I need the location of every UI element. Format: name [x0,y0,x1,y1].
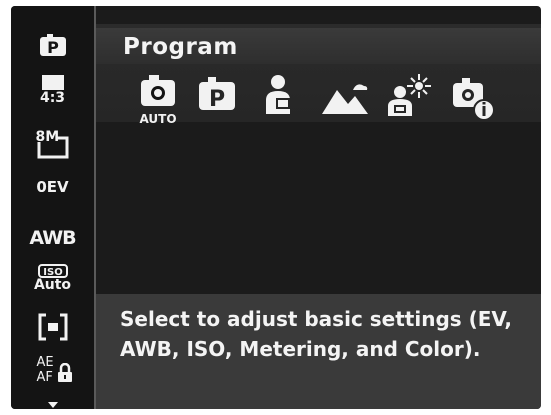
auto-mode-icon: AUTO [139,75,177,126]
scene-info-icon [453,78,495,121]
sidebar-item-exposure[interactable]: 0EV [11,180,94,195]
sidebar-item-aspect-ratio[interactable]: 4:3 [11,74,94,106]
scroll-down-arrow-icon [47,402,58,408]
settings-sidebar: P 4:3 8M 0EV AWB ISO Auto AE AF [11,6,96,409]
aspect-ratio-icon [41,75,64,90]
ae-label: AE [36,355,54,370]
sidebar-scroll-down[interactable] [11,402,94,408]
metering-icon [38,313,67,341]
aspect-ratio-label: 4:3 [39,90,66,106]
sidebar-item-metering[interactable] [11,313,94,341]
exposure-label: 0EV [36,178,69,196]
svg-text:P: P [47,38,59,56]
iso-label: Auto [33,277,72,293]
page-title: Program [123,34,238,60]
program-mode-icon: P [39,34,66,56]
svg-text:P: P [209,87,225,111]
mode-landscape[interactable] [322,82,370,120]
svg-text:AUTO: AUTO [139,112,176,125]
program-mode-icon: P [199,77,235,112]
sidebar-item-program[interactable]: P [11,34,94,56]
sidebar-item-white-balance[interactable]: AWB [11,228,94,248]
mode-portrait[interactable] [264,74,294,120]
mode-scene-info[interactable] [452,78,496,126]
mode-backlight-portrait[interactable] [386,72,434,122]
sidebar-item-ae-af-lock[interactable]: AE AF [11,356,94,390]
ae-af-lock-icon [57,363,72,382]
sidebar-item-image-size[interactable]: 8M [11,130,94,160]
sidebar-item-iso[interactable]: ISO Auto [11,264,94,292]
portrait-mode-icon [266,75,290,114]
iso-icon: ISO [37,264,68,278]
af-label: AF [36,370,53,385]
mode-auto[interactable]: AUTO [136,73,182,129]
landscape-mode-icon [322,84,368,114]
camera-screen: P 4:3 8M 0EV AWB ISO Auto AE AF Program … [11,6,541,409]
description-text: Select to adjust basic settings (EV, AWB… [120,307,512,361]
image-size-label: 8M [35,129,60,145]
menu-panel: Program AUTO P Select to adjust basic se… [96,6,541,409]
mode-program[interactable]: P [198,77,236,115]
backlight-portrait-icon [388,74,431,116]
white-balance-label: AWB [29,227,76,249]
